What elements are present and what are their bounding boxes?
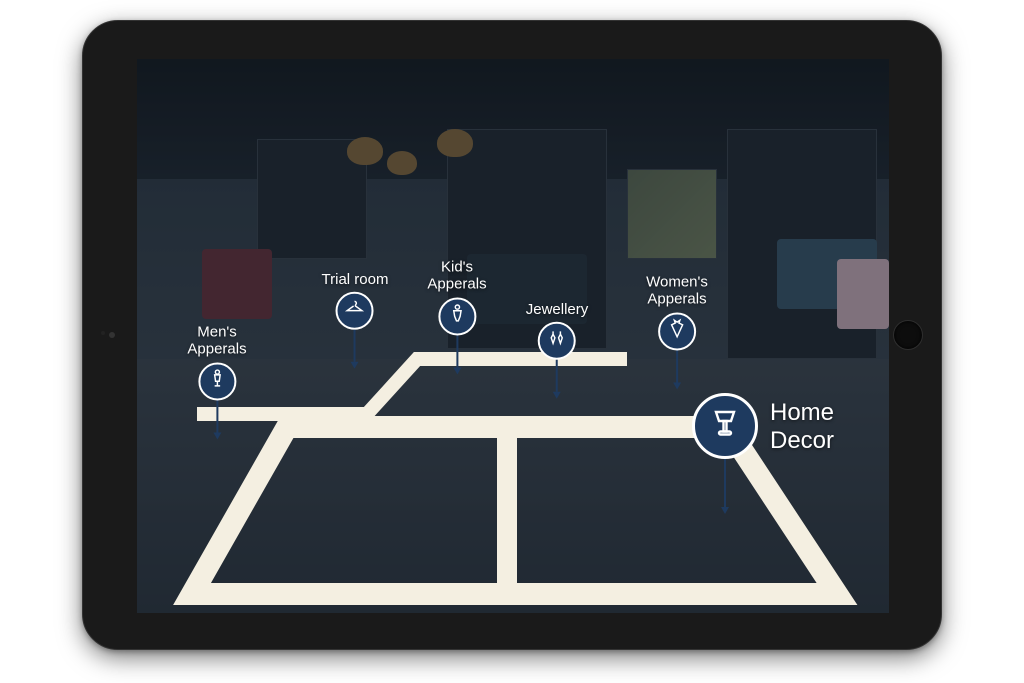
front-camera <box>109 332 115 338</box>
mannequin-icon <box>206 368 228 395</box>
waypoint-label: Women's Apperals <box>646 274 708 309</box>
tablet-home-button[interactable] <box>893 320 923 350</box>
navigation-path <box>137 59 889 613</box>
dress-icon <box>666 318 688 345</box>
waypoint-kids-apparels[interactable]: Kid's Apperals <box>427 259 486 375</box>
waypoint-label: Trial room <box>322 271 389 288</box>
waypoint-home-decor[interactable]: Home Decor <box>692 393 758 514</box>
waypoint-jewellery[interactable]: Jewellery <box>526 301 589 399</box>
waypoint-label: Men's Apperals <box>187 324 246 359</box>
child-icon <box>446 303 468 330</box>
waypoint-label: Home Decor <box>770 399 834 454</box>
ar-navigation-screen: Men's Apperals Trial room Kid's Apperals… <box>137 59 889 613</box>
waypoint-label: Kid's Apperals <box>427 259 486 294</box>
waypoint-mens-apparels[interactable]: Men's Apperals <box>187 324 246 440</box>
waypoint-label: Jewellery <box>526 301 589 318</box>
waypoint-womens-apparels[interactable]: Women's Apperals <box>646 274 708 390</box>
hanger-icon <box>344 298 366 325</box>
lamp-icon <box>707 406 743 447</box>
jewellery-icon <box>546 328 568 355</box>
waypoint-trial-room[interactable]: Trial room <box>322 271 389 369</box>
tablet-frame: Men's Apperals Trial room Kid's Apperals… <box>82 20 942 650</box>
